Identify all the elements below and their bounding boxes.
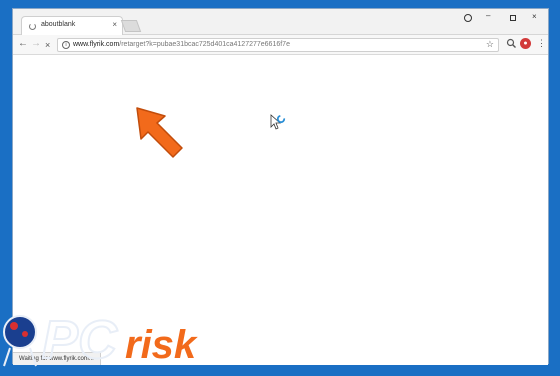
url-path: /retarget?k=pubae31bcac725d401ca4127277e… xyxy=(119,41,290,48)
title-bar: aboutblank × – × xyxy=(13,9,548,36)
stop-loading-button[interactable]: × xyxy=(45,40,50,50)
minimize-button[interactable]: – xyxy=(486,11,490,20)
cursor-icon xyxy=(270,114,286,130)
pcrisk-logo: PC risk xyxy=(3,309,198,371)
close-window-button[interactable]: × xyxy=(532,12,537,21)
adblock-extension-icon[interactable]: ● xyxy=(520,38,531,49)
account-icon[interactable] xyxy=(464,14,472,22)
arrow-icon xyxy=(136,107,183,158)
star-icon[interactable]: ☆ xyxy=(486,39,494,50)
tab-close-button[interactable]: × xyxy=(112,20,117,29)
maximize-button[interactable] xyxy=(510,15,516,21)
svg-text:risk: risk xyxy=(125,323,198,367)
menu-icon[interactable]: ⋮ xyxy=(537,38,546,49)
tab-title: aboutblank xyxy=(41,21,76,28)
url-host: www.flyrik.com xyxy=(73,41,120,48)
loading-spinner-icon xyxy=(29,23,36,30)
forward-button[interactable]: → xyxy=(31,39,41,49)
browser-tab[interactable]: aboutblank × xyxy=(21,16,123,36)
new-tab-button[interactable] xyxy=(120,20,142,32)
url-text[interactable]: www.flyrik.com/retarget?k=pubae31bcac725… xyxy=(73,41,290,48)
back-button[interactable]: ← xyxy=(18,39,28,49)
address-bar[interactable]: i www.flyrik.com/retarget?k=pubae31bcac7… xyxy=(57,38,499,52)
extension-icon[interactable] xyxy=(506,38,517,49)
svg-text:PC: PC xyxy=(42,310,118,370)
toolbar: ← → × i www.flyrik.com/retarget?k=pubae3… xyxy=(13,35,548,55)
info-icon[interactable]: i xyxy=(62,41,70,49)
